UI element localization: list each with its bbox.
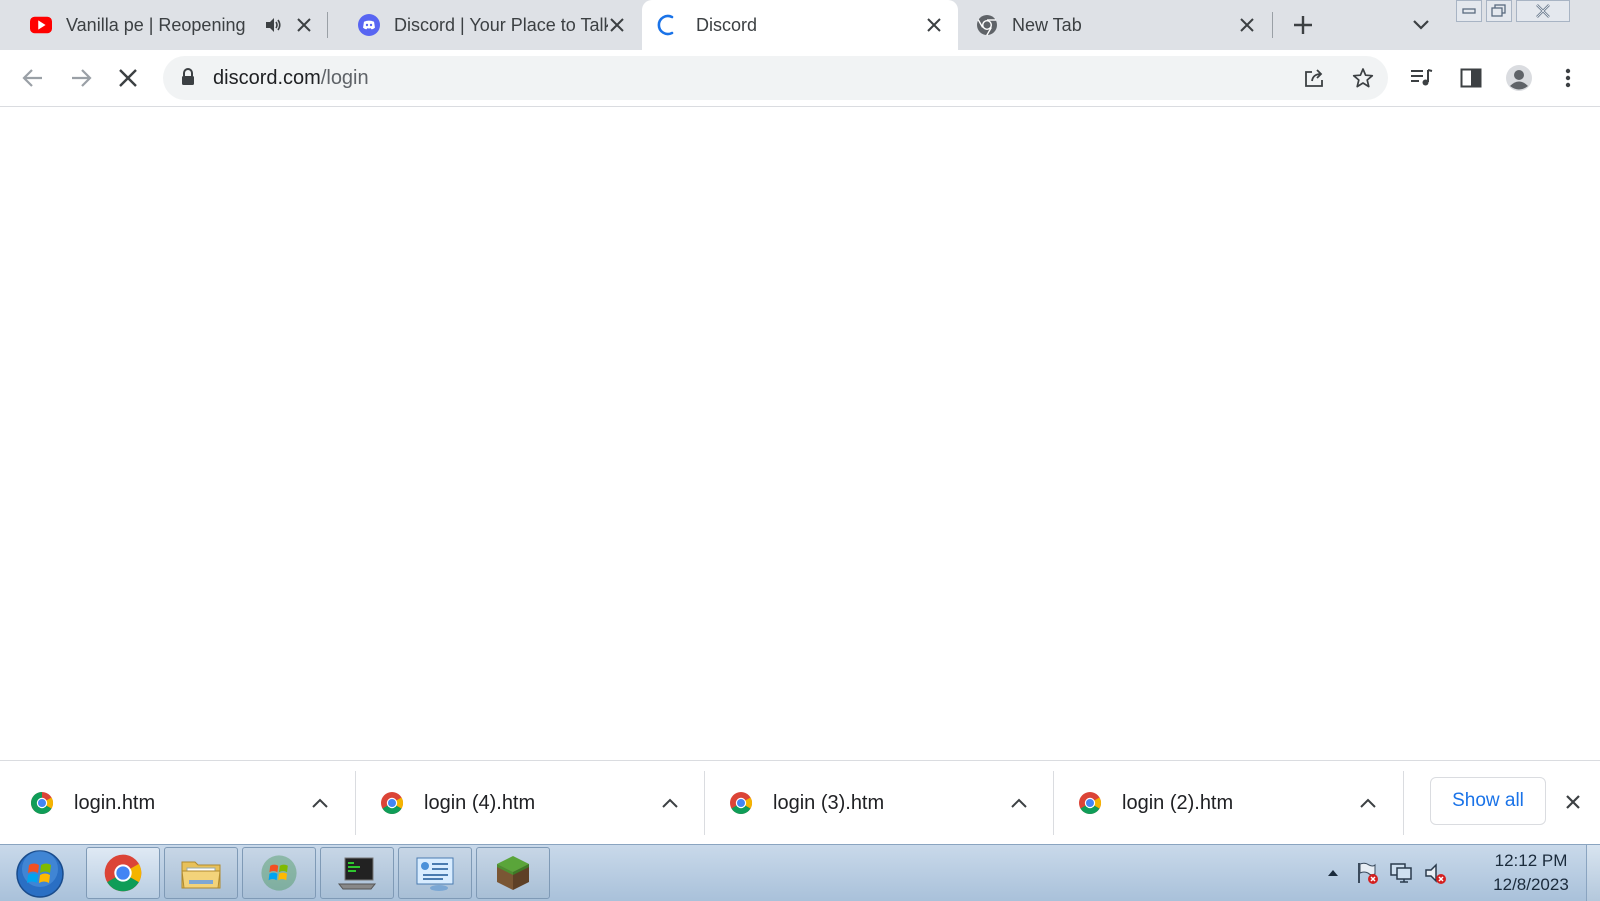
clock-date: 12/8/2023 [1493,875,1569,894]
back-arrow-icon[interactable] [19,64,47,92]
audio-playing-icon[interactable] [262,14,284,36]
taskbar-windows-logo-icon[interactable] [242,847,316,899]
forward-arrow-icon[interactable] [67,64,95,92]
address-bar[interactable]: discord.com/login [163,56,1388,100]
tab-title: Discord [696,15,758,35]
system-clock[interactable]: 12:12 PM 12/8/2023 [1486,849,1576,897]
chevron-up-icon[interactable] [1007,791,1031,815]
tab-close-icon[interactable] [293,14,315,36]
start-button[interactable] [12,849,68,899]
restore-button[interactable] [1486,0,1512,22]
download-filename: login (2).htm [1122,792,1234,814]
minimize-button[interactable] [1456,0,1482,22]
share-icon[interactable] [1303,66,1327,90]
url-path: /login [320,67,369,89]
taskbar-file-explorer-icon[interactable] [164,847,238,899]
chrome-icon [976,14,998,36]
url-text[interactable]: discord.com/login [213,66,369,90]
chevron-up-icon[interactable] [308,791,332,815]
stop-loading-icon[interactable] [114,64,142,92]
tab-title: Discord | Your Place to Talk [394,15,608,35]
tab-title: New Tab [1012,15,1082,35]
download-item[interactable]: login (4).htm [350,761,700,845]
tab-separator [1272,12,1273,38]
profile-avatar-icon[interactable] [1505,64,1533,92]
chrome-icon [729,791,753,815]
download-filename: login (4).htm [424,792,536,814]
tab-search-chevron-icon[interactable] [1408,12,1434,38]
downloads-bar: login.htm login (4).htm login (3).htm lo… [0,760,1600,845]
download-filename: login (3).htm [773,792,885,814]
chrome-icon [1078,791,1102,815]
new-tab-button[interactable] [1288,10,1318,40]
action-center-flag-icon[interactable] [1354,861,1380,885]
chrome-icon [380,791,404,815]
clock-time: 12:12 PM [1494,851,1568,870]
page-content [0,107,1600,760]
bookmark-star-icon[interactable] [1351,66,1375,90]
download-separator [1403,771,1404,835]
tab-close-icon[interactable] [606,14,628,36]
side-panel-icon[interactable] [1457,64,1485,92]
kebab-menu-icon[interactable] [1554,64,1582,92]
windows-taskbar: 12:12 PM 12/8/2023 [0,844,1600,901]
tab-close-icon[interactable] [923,14,945,36]
tab-new-tab[interactable]: New Tab [960,0,1272,50]
chrome-icon [30,791,54,815]
download-item[interactable]: login (3).htm [699,761,1049,845]
chevron-up-icon[interactable] [658,791,682,815]
show-hidden-icons-icon[interactable] [1320,861,1346,885]
download-item[interactable]: login (2).htm [1048,761,1398,845]
tab-discord-home[interactable]: Discord | Your Place to Talk [328,0,640,50]
url-host: discord.com [213,67,321,89]
discord-icon [358,14,380,36]
tab-discord-active[interactable]: Discord [642,0,958,50]
close-downloads-bar-icon[interactable] [1560,789,1586,815]
tab-youtube[interactable]: Vanilla pe | Reopening [0,0,326,50]
show-all-downloads-button[interactable]: Show all [1430,777,1546,825]
download-filename: login.htm [74,792,156,814]
media-controls-icon[interactable] [1408,64,1436,92]
tab-strip: Vanilla pe | Reopening Discord | Your Pl… [0,0,1600,50]
lock-icon[interactable] [181,68,195,91]
network-icon[interactable] [1388,861,1414,885]
taskbar-minecraft-icon[interactable] [476,847,550,899]
window-controls [1456,0,1570,24]
youtube-icon [30,14,52,36]
volume-muted-icon[interactable] [1422,861,1448,885]
tab-title: Vanilla pe | Reopening [66,15,246,35]
chevron-up-icon[interactable] [1356,791,1380,815]
taskbar-control-panel-icon[interactable] [398,847,472,899]
taskbar-terminal-icon[interactable] [320,847,394,899]
window-close-button[interactable] [1516,0,1570,22]
tab-close-icon[interactable] [1236,14,1258,36]
loading-spinner-icon [656,14,678,36]
show-desktop-button[interactable] [1586,845,1600,901]
browser-toolbar: discord.com/login [0,50,1600,107]
taskbar-chrome-icon[interactable] [86,847,160,899]
download-item[interactable]: login.htm [0,761,350,845]
